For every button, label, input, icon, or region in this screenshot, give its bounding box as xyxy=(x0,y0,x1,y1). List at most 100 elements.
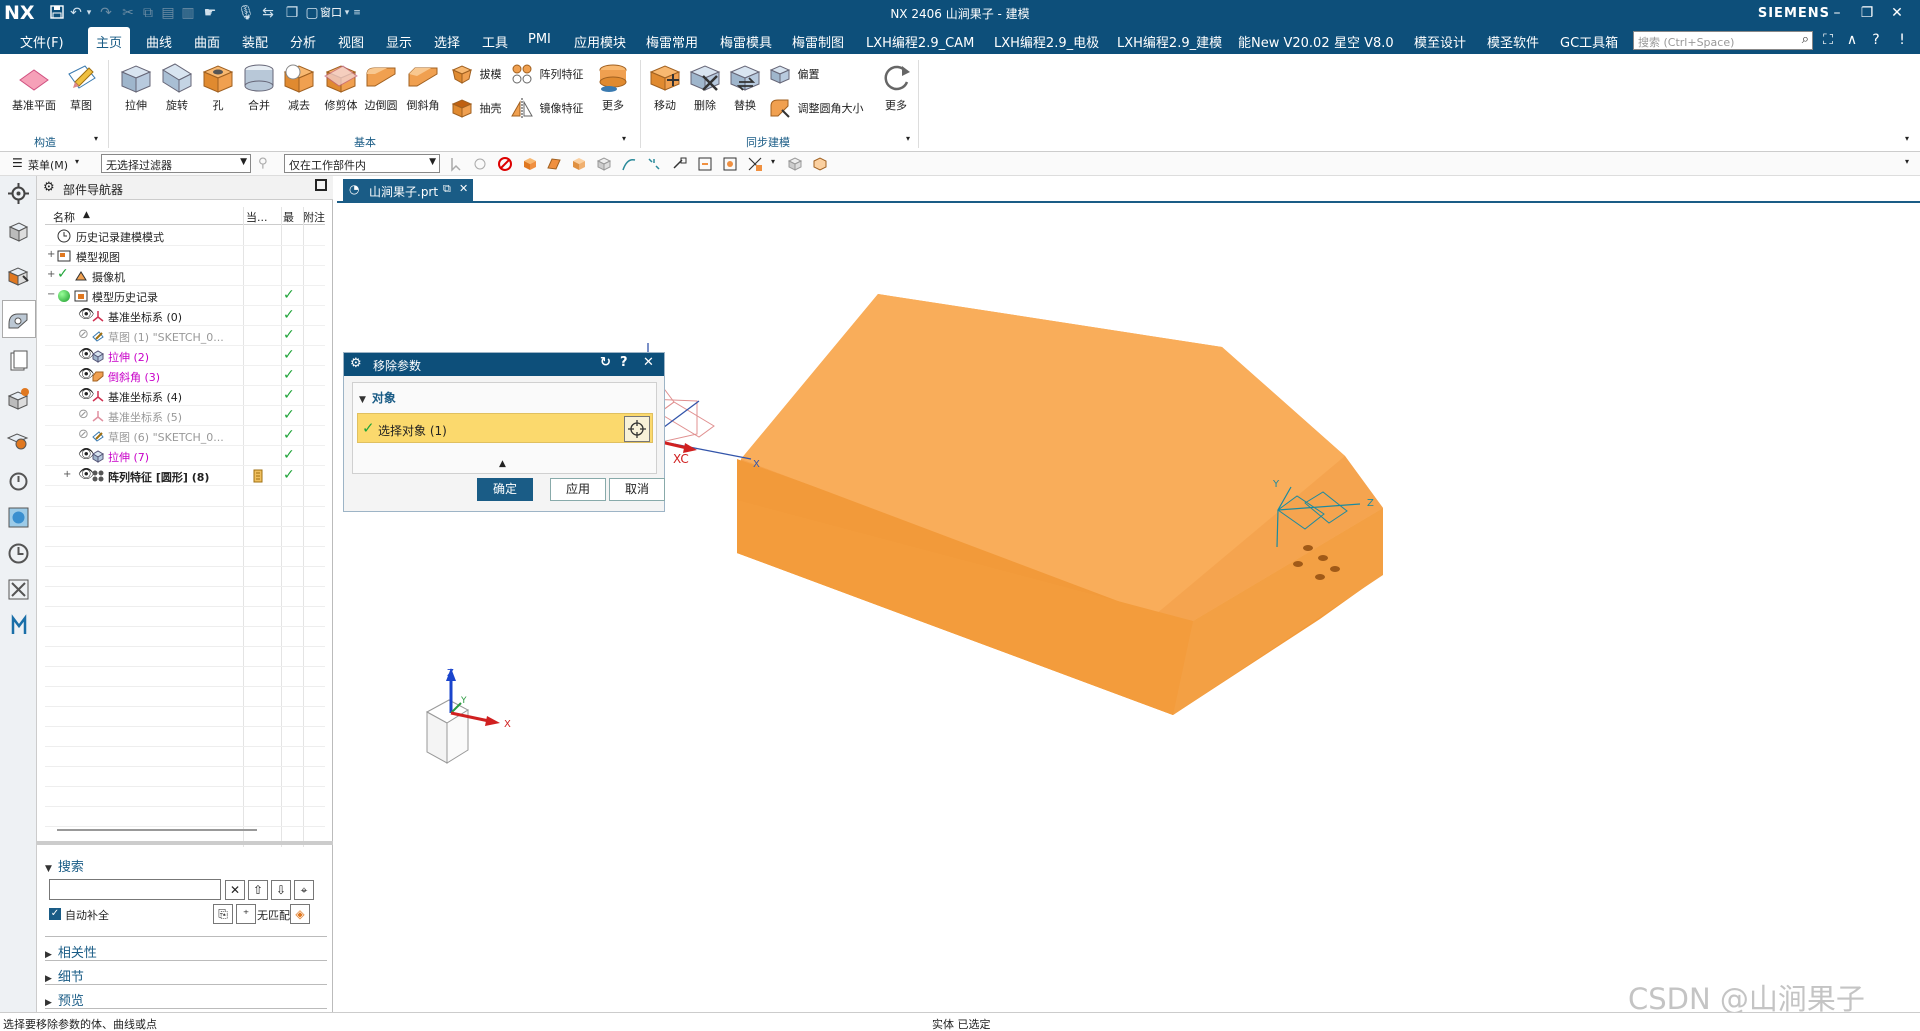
panel-splitter[interactable] xyxy=(37,841,333,845)
expand-icon[interactable]: + xyxy=(63,469,71,480)
apply-button[interactable]: 应用 xyxy=(550,478,606,501)
column-current[interactable]: 当... xyxy=(246,209,268,225)
pattern-hole[interactable] xyxy=(1303,545,1313,551)
eye-hidden-icon[interactable]: ⊘ xyxy=(78,327,89,342)
web-browser-icon[interactable] xyxy=(5,426,32,453)
subtract-button[interactable]: 减去 xyxy=(276,60,322,113)
face-filter-icon[interactable] xyxy=(546,156,562,172)
graphics-window[interactable]: Y Z ZC XC X Z Y X xyxy=(337,203,1920,1012)
collapse-up-icon[interactable]: ▲ xyxy=(499,459,506,469)
shell-button[interactable]: 抽壳 xyxy=(450,96,502,122)
reuse-library-icon[interactable] xyxy=(5,348,32,375)
menu-nengxin[interactable]: 能New V20.02 xyxy=(1238,32,1330,51)
dialog-titlebar[interactable]: ⚙ 移除参数 ↻ ? ✕ xyxy=(344,353,664,376)
construct-expand-icon[interactable]: ▾ xyxy=(94,134,98,143)
menu-pmi[interactable]: PMI xyxy=(528,32,551,47)
preview-section-header[interactable]: ▶ 预览 xyxy=(45,990,84,1009)
tree-row-model-history[interactable]: − 模型历史记录 ✓ xyxy=(45,286,325,306)
eye-hidden-icon[interactable]: ⊘ xyxy=(78,427,89,442)
menu-lxh-cam[interactable]: LXH编程2.9_CAM xyxy=(866,32,974,51)
tree-row-feature[interactable]: 👁 拉伸 (2) ✓ xyxy=(45,346,325,366)
expand-icon[interactable]: + xyxy=(47,249,55,260)
process-studio-icon[interactable] xyxy=(5,504,32,531)
tree-row-cameras[interactable]: + ✓ 摄像机 xyxy=(45,266,325,286)
menu-lxh-electrode[interactable]: LXH编程2.9_电极 xyxy=(994,32,1099,51)
minimize-ribbon-icon[interactable]: ∧ xyxy=(1842,30,1862,50)
undock-icon[interactable]: ⧉ xyxy=(443,182,451,196)
tree-row-feature-selected[interactable]: + 👁 阵列特征 [圆形] (8) ✓ xyxy=(45,466,325,486)
checkmark-icon[interactable]: ✓ xyxy=(57,266,69,282)
search-down-icon[interactable]: ⇩ xyxy=(271,880,291,900)
expand-icon[interactable]: + xyxy=(47,269,55,280)
auto-complete-checkbox[interactable]: ✓ xyxy=(49,908,61,920)
snap-dropdown-icon[interactable]: ▾ xyxy=(771,157,775,166)
pattern-feature-button[interactable]: 阵列特征 xyxy=(510,62,584,88)
menu-file[interactable]: 文件(F) xyxy=(20,32,64,51)
roles-icon[interactable] xyxy=(5,612,32,639)
tree-row-history-mode[interactable]: 历史记录建模模式 xyxy=(45,226,325,246)
object-group-header[interactable]: ▼ 对象 xyxy=(359,389,396,406)
menu-dropdown-icon[interactable]: ▾ xyxy=(75,157,79,166)
snap-control-icon[interactable] xyxy=(722,156,738,172)
basic-more-button[interactable]: 更多 xyxy=(590,60,636,113)
command-search-input[interactable]: 搜索 (Ctrl+Space) ⌕ xyxy=(1633,31,1813,50)
tree-row-model-views[interactable]: + 模型视图 xyxy=(45,246,325,266)
column-name[interactable]: 名称 xyxy=(53,209,75,225)
search-icon[interactable]: ⌕ xyxy=(1802,32,1809,47)
menu-home[interactable]: 主页 xyxy=(88,27,131,54)
gear-icon[interactable]: ⚙ xyxy=(43,180,55,195)
menu-analysis[interactable]: 分析 xyxy=(290,32,316,51)
body-filter-icon[interactable] xyxy=(571,156,587,172)
system-materials-icon[interactable] xyxy=(5,576,32,603)
settings-icon[interactable] xyxy=(5,180,32,207)
constraint-navigator-icon[interactable] xyxy=(5,262,32,289)
revolve-button[interactable]: 旋转 xyxy=(154,60,200,113)
close-window-button[interactable]: ✕ xyxy=(1886,3,1908,23)
menu-applications[interactable]: 应用模块 xyxy=(574,32,626,51)
menu-curve[interactable]: 曲线 xyxy=(146,32,172,51)
deselect-all-icon[interactable] xyxy=(472,156,488,172)
maximize-panel-icon[interactable] xyxy=(315,179,327,191)
pattern-hole[interactable] xyxy=(1318,555,1328,561)
ok-button[interactable]: 确定 xyxy=(477,478,533,501)
type-filter-select[interactable]: 无选择过滤器 ▼ xyxy=(101,154,251,173)
pattern-hole[interactable] xyxy=(1293,561,1303,567)
part-navigator-icon[interactable] xyxy=(5,306,32,333)
menu-gc-toolbox[interactable]: GC工具箱 xyxy=(1560,32,1618,51)
sketch-button[interactable]: 草图 xyxy=(58,60,104,113)
column-note[interactable]: 附注 xyxy=(303,209,325,225)
history-icon[interactable] xyxy=(5,540,32,567)
chamfer-button[interactable]: 倒斜角 xyxy=(400,60,446,113)
snap-endpoint-icon[interactable] xyxy=(672,156,688,172)
menu-view[interactable]: 视图 xyxy=(338,32,364,51)
crosshair-icon[interactable] xyxy=(624,416,650,442)
sort-ascending-icon[interactable]: ▲ xyxy=(83,210,90,220)
tree-row-feature[interactable]: 👁 基准坐标系 (4) ✓ xyxy=(45,386,325,406)
offset-region-button[interactable]: 偏置 xyxy=(768,62,820,88)
eye-hidden-icon[interactable]: ⊘ xyxy=(78,407,89,422)
search-up-icon[interactable]: ⇧ xyxy=(248,880,268,900)
tree-row-feature[interactable]: ⊘ 草图 (6) "SKETCH_0... ✓ xyxy=(45,426,325,446)
horizontal-scrollbar[interactable] xyxy=(57,829,257,831)
tree-row-feature[interactable]: ⊘ 草图 (1) "SKETCH_0... ✓ xyxy=(45,326,325,346)
draft-button[interactable]: 拔模 xyxy=(450,62,502,88)
collapse-icon[interactable]: − xyxy=(47,289,55,300)
help-icon[interactable]: ? xyxy=(1866,30,1886,50)
snap-midpoint-icon[interactable] xyxy=(697,156,713,172)
search-section-header[interactable]: ▼ 搜索 xyxy=(45,856,84,875)
menu-assembly[interactable]: 装配 xyxy=(242,32,268,51)
sync-expand-icon[interactable]: ▾ xyxy=(906,134,910,143)
display-wireframe-icon[interactable] xyxy=(812,156,828,172)
history-palette-icon[interactable] xyxy=(5,468,32,495)
menu-button[interactable]: 菜单(M) xyxy=(28,157,68,173)
column-latest[interactable]: 最 xyxy=(283,209,294,225)
menu-tools[interactable]: 工具 xyxy=(482,32,508,51)
dialog-help-icon[interactable]: ? xyxy=(620,355,628,370)
select-all-icon[interactable] xyxy=(448,156,464,172)
tree-row-feature[interactable]: 👁 拉伸 (7) ✓ xyxy=(45,446,325,466)
pattern-hole[interactable] xyxy=(1330,566,1340,572)
sync-more-button[interactable]: 更多 xyxy=(873,60,919,113)
snap-intersection-icon[interactable] xyxy=(747,156,763,172)
ribbon-options-icon[interactable]: ▾ xyxy=(1905,134,1909,143)
menu-select[interactable]: 选择 xyxy=(434,32,460,51)
